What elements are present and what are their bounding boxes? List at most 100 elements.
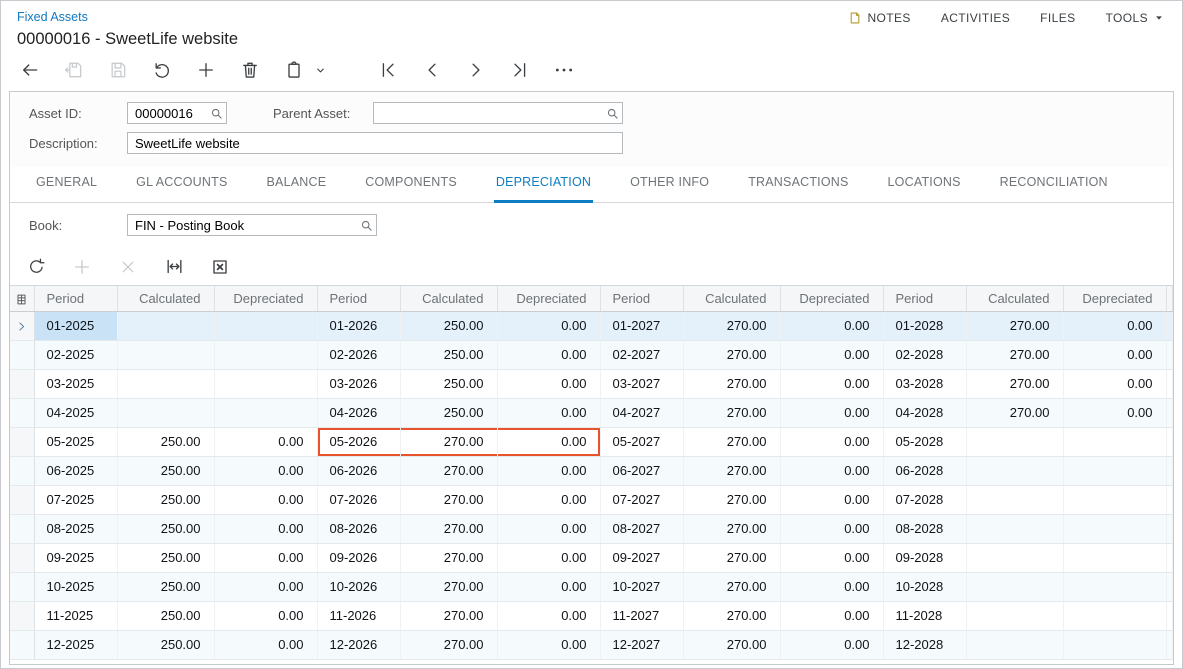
cell-period[interactable]: 05-2026 [317,427,400,456]
previous-record-button[interactable] [421,59,443,81]
column-header-calculated[interactable]: Calculated [966,286,1063,311]
cell-depreciated[interactable]: 0.00 [497,514,600,543]
cell-period[interactable]: 11-2028 [883,601,966,630]
cell-period[interactable]: 08-2025 [34,514,117,543]
header-menu-activities[interactable]: ACTIVITIES [941,11,1010,25]
cell-calculated[interactable]: 270.00 [683,456,780,485]
cell-calculated[interactable]: 250.00 [117,427,214,456]
cell-depreciated[interactable] [1063,485,1166,514]
table-row[interactable]: 09-2025250.000.0009-2026270.000.0009-202… [10,543,1173,572]
cell-period[interactable]: 10-2025 [34,572,117,601]
next-record-button[interactable] [465,59,487,81]
cell-depreciated[interactable]: 0.00 [1063,340,1166,369]
cell-calculated[interactable]: 250.00 [117,630,214,659]
cell-period[interactable]: 09-2028 [883,543,966,572]
cell-calculated[interactable]: 270.00 [400,572,497,601]
cell-depreciated[interactable]: 0.00 [780,630,883,659]
cell-calculated[interactable] [966,630,1063,659]
cell-depreciated[interactable]: 0.00 [780,427,883,456]
cell-calculated[interactable]: 270.00 [683,630,780,659]
cell-depreciated[interactable] [214,340,317,369]
cell-depreciated[interactable]: 0.00 [497,340,600,369]
cell-depreciated[interactable]: 0.00 [497,398,600,427]
cell-calculated[interactable] [966,601,1063,630]
insert-button[interactable] [195,59,217,81]
cell-period[interactable]: 01-2027 [600,311,683,340]
cell-depreciated[interactable] [1063,514,1166,543]
cell-depreciated[interactable] [214,369,317,398]
column-header-period[interactable]: Period [600,286,683,311]
cell-calculated[interactable]: 250.00 [117,601,214,630]
cell-calculated[interactable]: 250.00 [117,514,214,543]
column-header-period[interactable]: Period [317,286,400,311]
tab-reconciliation[interactable]: RECONCILIATION [998,175,1110,203]
cell-period[interactable]: 08-2028 [883,514,966,543]
cell-depreciated[interactable]: 0.00 [497,311,600,340]
cell-period[interactable]: 04-2028 [883,398,966,427]
table-row[interactable]: 08-2025250.000.0008-2026270.000.0008-202… [10,514,1173,543]
cell-depreciated[interactable]: 0.00 [780,514,883,543]
column-header-depreciated[interactable]: Depreciated [497,286,600,311]
column-header-calculated[interactable]: Calculated [683,286,780,311]
cell-calculated[interactable]: 250.00 [117,456,214,485]
cell-period[interactable]: 11-2025 [34,601,117,630]
cell-depreciated[interactable] [1063,601,1166,630]
cell-calculated[interactable]: 270.00 [400,485,497,514]
cell-depreciated[interactable]: 0.00 [780,340,883,369]
cell-depreciated[interactable]: 0.00 [214,514,317,543]
cell-depreciated[interactable] [214,311,317,340]
cell-depreciated[interactable]: 0.00 [1063,369,1166,398]
cell-calculated[interactable] [966,427,1063,456]
cell-depreciated[interactable]: 0.00 [214,485,317,514]
cell-calculated[interactable]: 270.00 [683,543,780,572]
column-header-depreciated[interactable]: Depreciated [1063,286,1166,311]
column-header-depreciated[interactable]: Depreciated [780,286,883,311]
cell-depreciated[interactable]: 0.00 [214,427,317,456]
delete-button[interactable] [239,59,261,81]
breadcrumb[interactable]: Fixed Assets [17,10,88,24]
cell-calculated[interactable]: 270.00 [400,427,497,456]
cell-calculated[interactable] [117,398,214,427]
cell-period[interactable]: 09-2025 [34,543,117,572]
cell-depreciated[interactable]: 0.00 [780,485,883,514]
cell-period[interactable]: 06-2028 [883,456,966,485]
cell-period[interactable]: 07-2026 [317,485,400,514]
header-menu-tools[interactable]: TOOLS [1106,11,1164,25]
asset-id-input[interactable] [128,103,206,123]
column-header-depreciated[interactable]: Depreciated [214,286,317,311]
cell-calculated[interactable]: 250.00 [400,369,497,398]
cell-calculated[interactable] [966,572,1063,601]
cell-period[interactable]: 10-2028 [883,572,966,601]
cell-depreciated[interactable] [1063,543,1166,572]
cell-period[interactable]: 04-2026 [317,398,400,427]
cell-period[interactable]: 09-2026 [317,543,400,572]
cell-period[interactable]: 06-2026 [317,456,400,485]
cell-period[interactable]: 02-2026 [317,340,400,369]
cell-calculated[interactable]: 270.00 [683,485,780,514]
cell-period[interactable]: 04-2025 [34,398,117,427]
cell-depreciated[interactable]: 0.00 [214,601,317,630]
cell-depreciated[interactable]: 0.00 [497,427,600,456]
cell-period[interactable]: 04-2027 [600,398,683,427]
cell-period[interactable]: 11-2027 [600,601,683,630]
parent-asset-field[interactable] [373,102,623,124]
cell-calculated[interactable] [966,485,1063,514]
cell-period[interactable]: 06-2027 [600,456,683,485]
cell-calculated[interactable]: 270.00 [400,630,497,659]
back-button[interactable] [19,59,41,81]
cell-calculated[interactable]: 270.00 [683,601,780,630]
cell-period[interactable]: 12-2025 [34,630,117,659]
cell-period[interactable]: 10-2027 [600,572,683,601]
cell-period[interactable]: 06-2025 [34,456,117,485]
cell-period[interactable]: 02-2028 [883,340,966,369]
tab-gl-accounts[interactable]: GL ACCOUNTS [134,175,229,203]
cell-depreciated[interactable]: 0.00 [497,572,600,601]
cell-period[interactable]: 03-2027 [600,369,683,398]
tab-depreciation[interactable]: DEPRECIATION [494,175,593,203]
cancel-button[interactable] [151,59,173,81]
cell-period[interactable]: 02-2027 [600,340,683,369]
cell-period[interactable]: 03-2025 [34,369,117,398]
cell-depreciated[interactable]: 0.00 [780,543,883,572]
cell-depreciated[interactable]: 0.00 [780,601,883,630]
cell-calculated[interactable] [966,514,1063,543]
